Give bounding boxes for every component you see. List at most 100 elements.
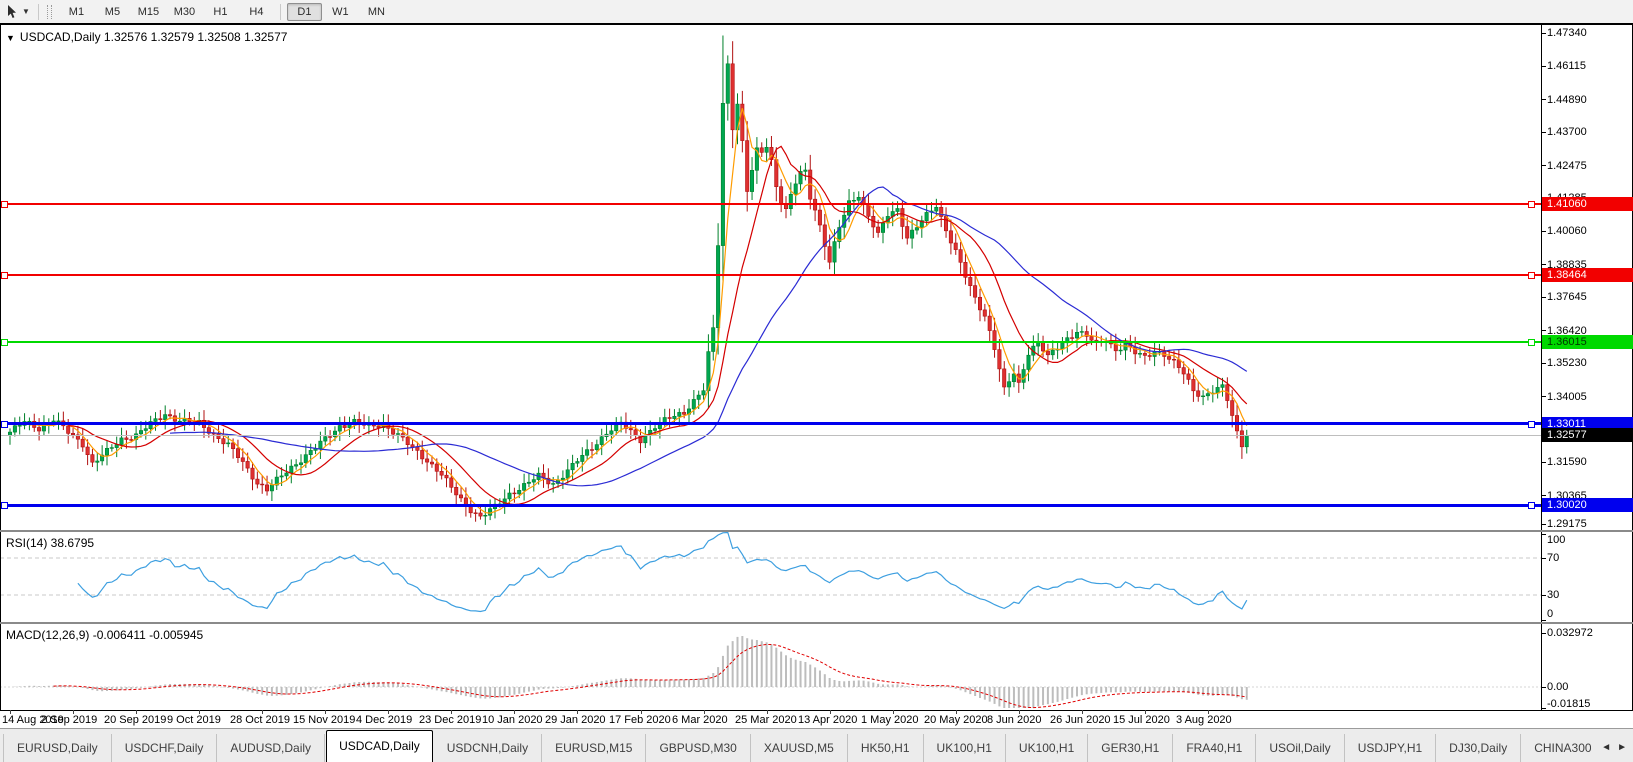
horizontal-line-1.36015[interactable] [0, 341, 1541, 343]
macd-axis-tick [1542, 687, 1546, 688]
rsi-axis-tick [1542, 558, 1546, 559]
date-axis-label: 25 Mar 2020 [735, 714, 797, 726]
chart-tab-UK100-H1[interactable]: UK100,H1 [924, 734, 1006, 762]
horizontal-line-1.33011[interactable] [0, 422, 1541, 425]
date-axis-label: 20 Sep 2019 [104, 714, 167, 726]
timeframe-button-H1[interactable]: H1 [203, 3, 238, 21]
hline-handle[interactable] [1528, 339, 1535, 346]
rsi-axis-label: 70 [1547, 552, 1560, 564]
horizontal-line-1.30020[interactable] [0, 504, 1541, 507]
date-axis-label: 15 Nov 2019 [293, 714, 356, 726]
date-axis-label: 6 Mar 2020 [672, 714, 728, 726]
mt4-window: ▼ M1 M5 M15 M30 H1 H4 D1 W1 MN ▼ USDCAD,Daily 1.3… [0, 0, 1633, 762]
rsi-axis-label: 100 [1547, 534, 1566, 546]
price-axis-tick [1542, 297, 1546, 298]
macd-pane-canvas[interactable] [0, 624, 1541, 710]
date-axis-label: 1 May 2020 [861, 714, 919, 726]
ma-line-13 [68, 145, 1248, 506]
chart-tab-EURUSD-M15[interactable]: EURUSD,M15 [542, 734, 647, 762]
price-axis-tick [1542, 495, 1546, 496]
hline-handle[interactable] [1528, 272, 1535, 279]
rsi-axis-label: 30 [1547, 589, 1560, 601]
date-axis-label: 13 Apr 2020 [798, 714, 858, 726]
price-axis-label: 1.37645 [1547, 291, 1587, 303]
timeframe-button-M1[interactable]: M1 [59, 3, 94, 21]
chart-tab-USDJPY-H1[interactable]: USDJPY,H1 [1345, 734, 1437, 762]
price-level-tag: 1.38464 [1542, 268, 1633, 282]
timeframe-button-MN[interactable]: MN [359, 3, 394, 21]
chart-tab-USDCAD-Daily[interactable]: USDCAD,Daily [326, 730, 433, 762]
rsi-line [77, 532, 1248, 613]
chart-tab-GER30-H1[interactable]: GER30,H1 [1088, 734, 1174, 762]
tabs-scroll-right-icon[interactable]: ► [1617, 742, 1627, 753]
hline-handle[interactable] [1528, 502, 1535, 509]
rsi-axis-label: 0 [1547, 608, 1554, 620]
chart-frame-left [0, 25, 1, 710]
price-axis-tick [1542, 33, 1546, 34]
timeframe-button-M15[interactable]: M15 [131, 3, 166, 21]
rsi-indicator-label: RSI(14) 38.6795 [6, 536, 95, 550]
hline-handle[interactable] [1, 339, 8, 346]
timeframe-toolbar: M1 M5 M15 M30 H1 H4 D1 W1 MN [59, 2, 394, 21]
date-axis-label: 23 Dec 2019 [419, 714, 482, 726]
chart-tab-USOil-Daily[interactable]: USOil,Daily [1256, 734, 1345, 762]
timeframe-button-D1[interactable]: D1 [286, 2, 322, 21]
chart-tab-USDCNH-Daily[interactable]: USDCNH,Daily [434, 734, 543, 762]
timeframe-button-W1[interactable]: W1 [323, 3, 358, 21]
dropdown-caret-icon[interactable]: ▼ [22, 7, 30, 16]
date-axis: 14 Aug 2019 2 Sep 2019 20 Sep 2019 9 Oct 20… [0, 710, 1633, 728]
pane-separator-rsi[interactable] [0, 530, 1633, 532]
chart-frame-top [0, 23, 1633, 25]
timeframe-button-M30[interactable]: M30 [167, 3, 202, 21]
chart-tab-UK100-H1[interactable]: UK100,H1 [1006, 734, 1089, 762]
rsi-pane-canvas[interactable] [0, 532, 1541, 622]
chart-tab-USDCHF-Daily[interactable]: USDCHF,Daily [112, 734, 218, 762]
pane-separator-macd[interactable] [0, 622, 1633, 624]
chart-tab-FRA40-H1[interactable]: FRA40,H1 [1173, 734, 1257, 762]
price-axis-label: 1.31590 [1547, 456, 1587, 468]
hline-handle[interactable] [1528, 421, 1535, 428]
price-axis-tick [1542, 524, 1546, 525]
cursor-tool-icon[interactable] [4, 4, 20, 20]
price-axis-label: 1.42475 [1547, 160, 1587, 172]
macd-axis-tick [1542, 633, 1546, 634]
chart-tab-HK50-H1[interactable]: HK50,H1 [848, 734, 924, 762]
chart-tab-bar: EURUSD,Daily USDCHF,Daily AUDUSD,Daily USDC… [0, 728, 1633, 762]
chart-tab-GBPUSD-M30[interactable]: GBPUSD,M30 [646, 734, 751, 762]
rsi-axis-tick [1542, 534, 1546, 535]
price-axis-label: 1.43700 [1547, 126, 1587, 138]
price-axis-tick [1542, 462, 1546, 463]
price-axis-tick [1542, 396, 1546, 397]
chart-tab-EURUSD-Daily[interactable]: EURUSD,Daily [3, 734, 112, 762]
hline-handle[interactable] [1, 502, 8, 509]
horizontal-line-1.41060[interactable] [0, 203, 1541, 205]
symbol-caret-icon[interactable]: ▼ [6, 33, 15, 43]
hline-handle[interactable] [1, 201, 8, 208]
timeframe-button-H4[interactable]: H4 [239, 3, 274, 21]
date-axis-label: 8 Jun 2020 [987, 714, 1042, 726]
chart-tab-CHINA300-H4[interactable]: CHINA300,H4 [1521, 734, 1591, 762]
price-level-tag: 1.36015 [1542, 335, 1633, 349]
price-axis-label: 1.44890 [1547, 94, 1587, 106]
cursor-arrow-icon [8, 4, 16, 18]
tabs-scroll-left-icon[interactable]: ◄ [1601, 742, 1611, 753]
chart-tab-AUDUSD-Daily[interactable]: AUDUSD,Daily [217, 734, 326, 762]
horizontal-line-1.38464[interactable] [0, 274, 1541, 276]
price-level-tag: 1.41060 [1542, 197, 1633, 211]
main-chart-canvas[interactable] [0, 25, 1541, 530]
ma-line-5 [29, 108, 1248, 514]
price-axis-tick [1542, 363, 1546, 364]
price-axis-tick [1542, 165, 1546, 166]
hline-handle[interactable] [1, 421, 8, 428]
chart-tab-strip: EURUSD,Daily USDCHF,Daily AUDUSD,Daily USDC… [0, 730, 1591, 762]
hline-handle[interactable] [1, 272, 8, 279]
hline-handle[interactable] [1528, 201, 1535, 208]
chart-tab-XAUUSD-M5[interactable]: XAUUSD,M5 [751, 734, 848, 762]
price-axis-tick [1542, 66, 1546, 67]
macd-axis-label: -0.01815 [1547, 698, 1591, 710]
toolbar-grip[interactable] [46, 4, 52, 19]
chart-title-text: USDCAD,Daily 1.32576 1.32579 1.32508 1.3… [19, 30, 288, 44]
macd-axis-label: 0.032972 [1547, 627, 1593, 639]
chart-tab-DJ30-Daily[interactable]: DJ30,Daily [1436, 734, 1522, 762]
timeframe-button-M5[interactable]: M5 [95, 3, 130, 21]
